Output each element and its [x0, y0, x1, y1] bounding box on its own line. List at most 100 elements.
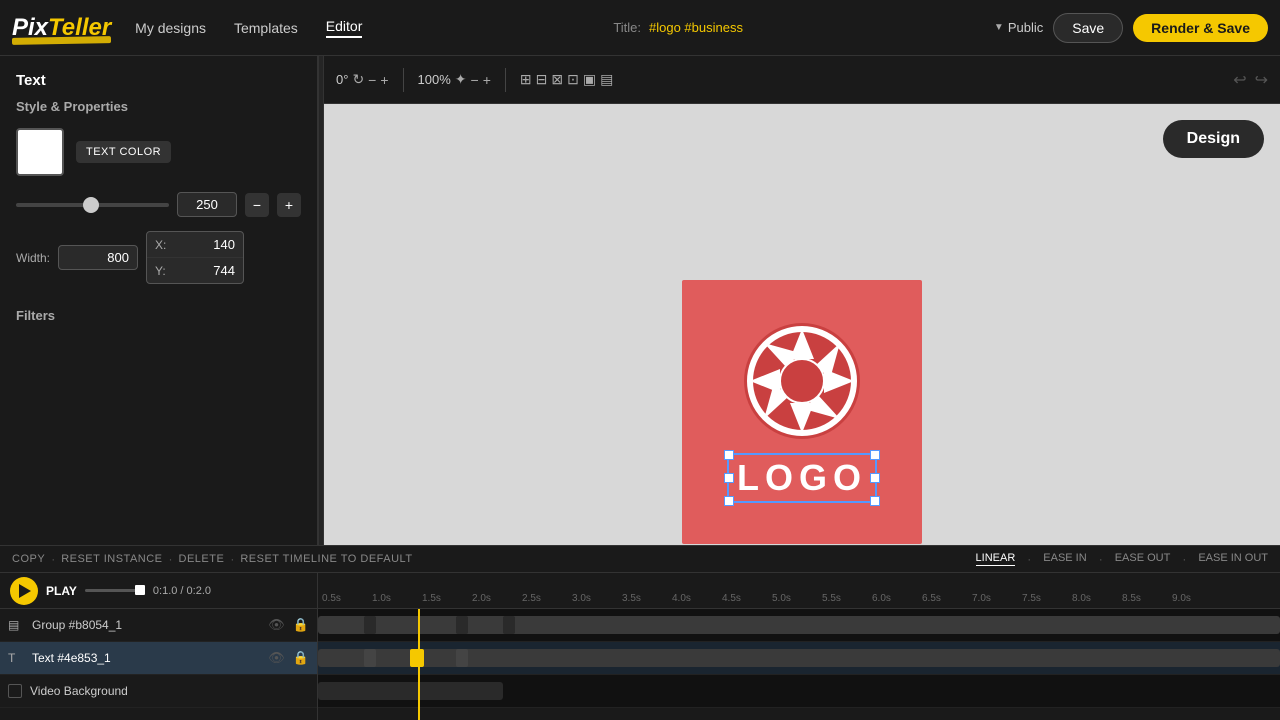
text-icon: T — [8, 651, 24, 665]
title-value[interactable]: #logo #business — [649, 20, 743, 35]
zoom-minus-icon[interactable]: − — [471, 72, 479, 88]
text-color-button[interactable]: TEXT COLOR — [76, 141, 171, 163]
align-right-btn[interactable]: ⊠ — [551, 71, 563, 88]
handle-top-right[interactable] — [870, 450, 880, 460]
align-group: ⊞ ⊟ ⊠ ⊡ ▣ ▤ — [520, 71, 613, 88]
video-checkbox[interactable] — [8, 684, 22, 698]
save-button[interactable]: Save — [1053, 13, 1123, 43]
video-timeline-row — [318, 675, 1280, 708]
nav-editor[interactable]: Editor — [326, 18, 363, 38]
nav-links: My designs Templates Editor — [135, 18, 362, 38]
font-size-decrement[interactable]: − — [245, 193, 269, 217]
width-field[interactable] — [58, 245, 138, 270]
timeline-ruler: 0.5s 1.0s 1.5s 2.0s 2.5s 3.0s 3.5s 4.0s … — [318, 573, 1280, 609]
handle-top-left[interactable] — [724, 450, 734, 460]
color-row: TEXT COLOR — [16, 128, 301, 176]
delete-action[interactable]: DELETE — [179, 553, 225, 565]
align-top-btn[interactable]: ⊡ — [567, 71, 579, 88]
timeline: COPY · RESET INSTANCE · DELETE · RESET T… — [0, 545, 1280, 720]
text-keyframe-1[interactable] — [364, 649, 376, 667]
text-keyframe-4[interactable] — [503, 649, 515, 667]
handle-mid-right[interactable] — [870, 473, 880, 483]
group-lock-icon[interactable]: 🔒 — [293, 617, 309, 633]
refresh-icon[interactable]: ↻ — [352, 71, 364, 88]
group-keyframe-3[interactable] — [503, 616, 515, 634]
rotate-plus-icon[interactable]: + — [380, 72, 388, 88]
font-size-row: 250 − + — [16, 192, 301, 217]
play-button[interactable] — [10, 577, 38, 605]
easing-ease-in[interactable]: EASE IN — [1043, 552, 1086, 566]
rotation-group: 0° ↻ − + — [336, 71, 389, 88]
grid-icon[interactable]: ✦ — [455, 71, 467, 88]
align-left-btn[interactable]: ⊞ — [520, 71, 532, 88]
copy-action[interactable]: COPY — [12, 553, 45, 565]
text-keyframe-3[interactable] — [456, 649, 468, 667]
reset-timeline-action[interactable]: RESET TIMELINE TO DEFAULT — [240, 553, 412, 565]
width-label: Width: — [16, 251, 54, 265]
logo-text-container[interactable]: LOGO — [727, 453, 877, 503]
logo[interactable]: PixTeller — [12, 14, 111, 42]
ruler-mark-16: 8.5s — [1118, 593, 1168, 604]
font-size-slider-thumb[interactable] — [83, 197, 99, 213]
handle-mid-left[interactable] — [724, 473, 734, 483]
color-swatch[interactable] — [16, 128, 64, 176]
ruler-mark-12: 6.5s — [918, 593, 968, 604]
panel-style-title: Style & Properties — [16, 99, 301, 114]
align-chart-btn[interactable]: ▤ — [600, 71, 613, 88]
canvas-toolbar: 0° ↻ − + 100% ✦ − + ⊞ ⊟ ⊠ ⊡ ▣ ▤ — [324, 56, 1280, 104]
undo-icon[interactable]: ↩ — [1233, 70, 1246, 90]
timeline-playhead[interactable] — [418, 609, 420, 720]
group-track-name: Group #b8054_1 — [32, 618, 260, 632]
rotation-value: 0° — [336, 72, 348, 87]
nav-templates[interactable]: Templates — [234, 20, 298, 36]
rotate-minus-icon[interactable]: − — [368, 72, 376, 88]
y-coord-row: Y: — [147, 258, 243, 283]
font-size-slider-track[interactable] — [16, 203, 169, 207]
nav-my-designs[interactable]: My designs — [135, 20, 206, 36]
group-keyframe-1[interactable] — [364, 616, 376, 634]
reset-instance-action[interactable]: RESET INSTANCE — [61, 553, 162, 565]
text-lock-icon[interactable]: 🔒 — [293, 650, 309, 666]
text-keyframe-gold[interactable] — [410, 649, 424, 667]
x-field[interactable] — [175, 237, 235, 252]
text-visibility-icon[interactable]: 👁 — [268, 650, 285, 666]
render-save-button[interactable]: Render & Save — [1133, 14, 1268, 42]
ruler-mark-0: 0.5s — [318, 593, 368, 604]
easing-ease-out[interactable]: EASE OUT — [1115, 552, 1171, 566]
group-keyframe-2[interactable] — [456, 616, 468, 634]
visibility-dropdown[interactable]: ▼ Public — [994, 20, 1043, 35]
play-progress-bar[interactable] — [85, 589, 145, 592]
separator-2 — [505, 68, 506, 92]
zoom-value: 100% — [418, 72, 451, 87]
zoom-plus-icon[interactable]: + — [483, 72, 491, 88]
ruler-mark-5: 3.0s — [568, 593, 618, 604]
video-track-name: Video Background — [30, 684, 309, 698]
easing-linear[interactable]: LINEAR — [976, 552, 1016, 566]
easing-ease-in-out[interactable]: EASE IN OUT — [1198, 552, 1268, 566]
ruler-mark-11: 6.0s — [868, 593, 918, 604]
align-middle-btn[interactable]: ▣ — [583, 71, 596, 88]
y-label: Y: — [155, 264, 175, 278]
align-center-btn[interactable]: ⊟ — [536, 71, 548, 88]
play-cursor[interactable] — [135, 585, 145, 595]
track-timeline-rows — [318, 609, 1280, 720]
width-row: Width: X: Y: — [16, 231, 301, 284]
handle-bottom-left[interactable] — [724, 496, 734, 506]
top-nav: PixTeller My designs Templates Editor Ti… — [0, 0, 1280, 56]
design-button[interactable]: Design — [1163, 120, 1264, 158]
easing-group: LINEAR · EASE IN · EASE OUT · EASE IN OU… — [976, 552, 1268, 566]
redo-icon[interactable]: ↪ — [1255, 70, 1268, 90]
y-field[interactable] — [175, 263, 235, 278]
timeline-ruler-area: 0.5s 1.0s 1.5s 2.0s 2.5s 3.0s 3.5s 4.0s … — [318, 573, 1280, 720]
font-size-increment[interactable]: + — [277, 193, 301, 217]
play-time: 0:1.0 / 0:2.0 — [153, 585, 211, 597]
ruler-mark-6: 3.5s — [618, 593, 668, 604]
handle-bottom-right[interactable] — [870, 496, 880, 506]
play-controls: PLAY 0:1.0 / 0:2.0 — [0, 573, 317, 609]
group-visibility-icon[interactable]: 👁 — [268, 617, 285, 633]
font-size-field[interactable]: 250 — [177, 192, 237, 217]
track-labels-panel: PLAY 0:1.0 / 0:2.0 ▤ Group #b8054_1 👁 🔒 … — [0, 573, 318, 720]
video-timeline-block[interactable] — [318, 682, 503, 700]
ruler-mark-15: 8.0s — [1068, 593, 1118, 604]
width-field-wrap: Width: — [16, 231, 138, 284]
